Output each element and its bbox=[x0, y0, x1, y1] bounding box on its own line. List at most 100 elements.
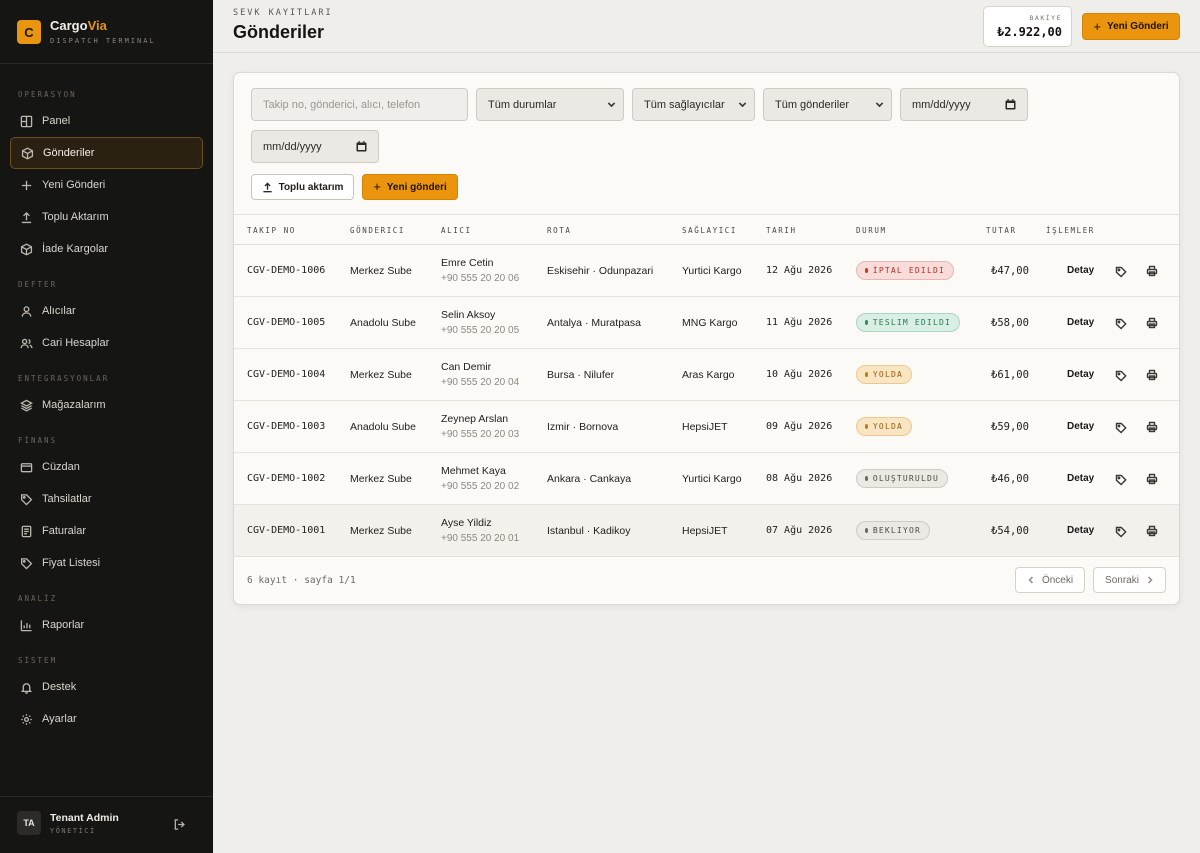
date-value: mm/dd/yyyy bbox=[263, 140, 322, 153]
new-shipment-button[interactable]: + Yeni gönderi bbox=[362, 174, 458, 200]
print-icon[interactable] bbox=[1146, 264, 1158, 277]
box-return-icon bbox=[19, 242, 33, 256]
tracking-number[interactable]: CGV-DEMO-1002 bbox=[247, 473, 325, 484]
button-label: Sonraki bbox=[1105, 574, 1139, 586]
table-row[interactable]: CGV-DEMO-1004 Merkez Sube Can Demir +90 555… bbox=[234, 349, 1179, 401]
column-header[interactable]: SAĞLAYICI bbox=[682, 226, 737, 235]
sidebar-item-toplu-aktarim[interactable]: Toplu Aktarım bbox=[10, 201, 203, 233]
tag-icon bbox=[19, 492, 33, 506]
print-icon[interactable] bbox=[1146, 472, 1158, 485]
table-row[interactable]: CGV-DEMO-1002 Merkez Sube Mehmet Kaya +90 5… bbox=[234, 453, 1179, 505]
section-operasyon: OPERASYON bbox=[18, 90, 77, 99]
sidebar-item-gonderiler[interactable]: Gönderiler bbox=[10, 137, 203, 169]
sidebar-item-label: İade Kargolar bbox=[42, 243, 109, 255]
sender-select[interactable]: Tüm gönderiler bbox=[763, 88, 892, 121]
table-row[interactable]: CGV-DEMO-1005 Anadolu Sube Selin Aksoy +90 … bbox=[234, 297, 1179, 349]
sidebar-item-ayarlar[interactable]: Ayarlar bbox=[10, 703, 203, 735]
detail-link[interactable]: Detay bbox=[1067, 525, 1094, 536]
tag-icon[interactable] bbox=[1115, 421, 1127, 434]
table-row[interactable]: CGV-DEMO-1006 Merkez Sube Emre Cetin +90 55… bbox=[234, 245, 1179, 297]
print-icon[interactable] bbox=[1146, 368, 1158, 381]
sidebar-item-cuzdan[interactable]: Cüzdan bbox=[10, 451, 203, 483]
brand[interactable]: C CargoVia DISPATCH TERMINAL bbox=[17, 19, 156, 45]
detail-link[interactable]: Detay bbox=[1067, 265, 1094, 276]
recipient-phone: +90 555 20 20 03 bbox=[441, 429, 520, 440]
tag-icon[interactable] bbox=[1115, 317, 1127, 330]
prev-page-button[interactable]: Önceki bbox=[1015, 567, 1085, 593]
tracking-number[interactable]: CGV-DEMO-1001 bbox=[247, 525, 325, 536]
provider-cell: Yurtici Kargo bbox=[682, 473, 742, 485]
status-label: İPTAL EDILDI bbox=[872, 266, 945, 275]
logout-icon[interactable] bbox=[173, 818, 187, 832]
detail-link[interactable]: Detay bbox=[1067, 317, 1094, 328]
detail-link[interactable]: Detay bbox=[1067, 473, 1094, 484]
sidebar-item-raporlar[interactable]: Raporlar bbox=[10, 609, 203, 641]
status-dot-icon bbox=[865, 268, 868, 273]
print-icon[interactable] bbox=[1146, 420, 1158, 433]
sender-cell: Anadolu Sube bbox=[350, 421, 416, 433]
sidebar-item-panel[interactable]: Panel bbox=[10, 105, 203, 137]
column-header[interactable]: TUTAR bbox=[986, 226, 1017, 235]
print-icon[interactable] bbox=[1146, 316, 1158, 329]
date-cell: 09 Ağu 2026 bbox=[766, 421, 833, 432]
select-value: Tüm gönderiler bbox=[775, 98, 849, 111]
new-shipment-header-button[interactable]: + Yeni Gönderi bbox=[1082, 13, 1180, 40]
button-label: Önceki bbox=[1041, 574, 1074, 586]
column-header[interactable]: TARIH bbox=[766, 226, 797, 235]
column-header: İŞLEMLER bbox=[1046, 226, 1095, 235]
provider-select[interactable]: Tüm sağlayıcılar bbox=[632, 88, 755, 121]
tag-icon[interactable] bbox=[1115, 265, 1127, 278]
column-header[interactable]: ALICI bbox=[441, 226, 472, 235]
sidebar-item-faturalar[interactable]: Faturalar bbox=[10, 515, 203, 547]
status-dot-icon bbox=[865, 476, 868, 481]
sidebar-item-fiyat-listesi[interactable]: Fiyat Listesi bbox=[10, 547, 203, 579]
brand-subtitle: DISPATCH TERMINAL bbox=[50, 37, 156, 45]
tracking-number[interactable]: CGV-DEMO-1005 bbox=[247, 317, 325, 328]
chevron-down-icon bbox=[875, 100, 884, 108]
route-cell: Eskisehir · Odunpazari bbox=[547, 265, 654, 277]
sidebar-item-magazalarim[interactable]: Mağazalarım bbox=[10, 389, 203, 421]
sidebar-item-alicilar[interactable]: Alıcılar bbox=[10, 295, 203, 327]
column-header[interactable]: DURUM bbox=[856, 226, 887, 235]
tracking-number[interactable]: CGV-DEMO-1004 bbox=[247, 369, 325, 380]
calendar-icon bbox=[1005, 99, 1016, 110]
sidebar-item-cari-hesaplar[interactable]: Cari Hesaplar bbox=[10, 327, 203, 359]
print-icon[interactable] bbox=[1146, 524, 1158, 537]
date-from-input[interactable]: mm/dd/yyyy bbox=[900, 88, 1028, 121]
date-cell: 12 Ağu 2026 bbox=[766, 265, 833, 276]
tracking-number[interactable]: CGV-DEMO-1006 bbox=[247, 265, 325, 276]
sidebar-item-yeni-gonderi[interactable]: Yeni Gönderi bbox=[10, 169, 203, 201]
sender-cell: Merkez Sube bbox=[350, 473, 412, 485]
tag-icon[interactable] bbox=[1115, 473, 1127, 486]
status-dot-icon bbox=[865, 424, 868, 429]
date-to-input[interactable]: mm/dd/yyyy bbox=[251, 130, 379, 163]
user-profile[interactable]: TA Tenant Admin YÖNETİCİ bbox=[17, 811, 119, 835]
detail-link[interactable]: Detay bbox=[1067, 369, 1094, 380]
wallet-icon bbox=[19, 460, 33, 474]
amount-cell: ₺54,00 bbox=[991, 525, 1029, 537]
table-row[interactable]: CGV-DEMO-1001 Merkez Sube Ayse Yildiz +90 5… bbox=[234, 505, 1179, 557]
sidebar-item-tahsilatlar[interactable]: Tahsilatlar bbox=[10, 483, 203, 515]
button-label: Yeni gönderi bbox=[386, 181, 447, 193]
status-label: OLUŞTURULDU bbox=[872, 474, 939, 483]
sidebar-item-label: Yeni Gönderi bbox=[42, 179, 106, 191]
tag-icon[interactable] bbox=[1115, 525, 1127, 538]
status-select[interactable]: Tüm durumlar bbox=[476, 88, 624, 121]
sidebar-item-destek[interactable]: Destek bbox=[10, 671, 203, 703]
recipient-name: Can Demir bbox=[441, 361, 492, 373]
column-header[interactable]: ROTA bbox=[547, 226, 571, 235]
bulk-import-button[interactable]: Toplu aktarım bbox=[251, 174, 354, 200]
column-header[interactable]: TAKIP NO bbox=[247, 226, 296, 235]
sidebar-item-label: Fiyat Listesi bbox=[42, 557, 101, 569]
detail-link[interactable]: Detay bbox=[1067, 421, 1094, 432]
search-input[interactable]: Takip no, gönderici, alıcı, telefon bbox=[251, 88, 468, 121]
route-cell: Bursa · Nilufer bbox=[547, 369, 615, 381]
layers-icon bbox=[19, 398, 33, 412]
sidebar-item-iade-kargolar[interactable]: İade Kargolar bbox=[10, 233, 203, 265]
next-page-button[interactable]: Sonraki bbox=[1093, 567, 1166, 593]
sidebar-item-label: Gönderiler bbox=[43, 147, 95, 159]
table-row[interactable]: CGV-DEMO-1003 Anadolu Sube Zeynep Arslan +9… bbox=[234, 401, 1179, 453]
tracking-number[interactable]: CGV-DEMO-1003 bbox=[247, 421, 325, 432]
column-header[interactable]: GÖNDERICI bbox=[350, 226, 405, 235]
tag-icon[interactable] bbox=[1115, 369, 1127, 382]
